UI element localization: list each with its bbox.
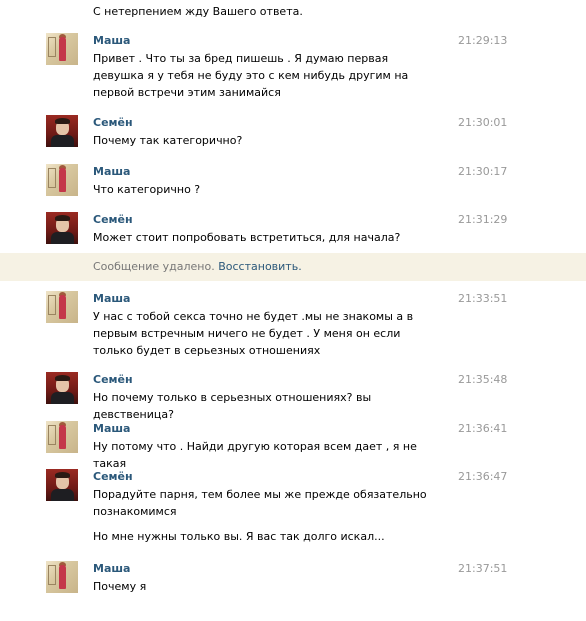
message-text: Но мне нужны только вы. Я вас так долго …	[93, 530, 385, 543]
sender-name[interactable]: Маша	[93, 291, 130, 306]
message-time: 21:29:13	[458, 34, 508, 47]
message-time: 21:33:51	[458, 292, 508, 305]
message-time: 21:35:48	[458, 373, 508, 386]
deleted-notice-text: Сообщение удалено.	[93, 260, 215, 273]
avatar[interactable]	[46, 469, 78, 501]
message-text: Порадуйте парня, тем более мы же прежде …	[93, 488, 427, 518]
message-text: Но почему только в серьезных отношениях?…	[93, 391, 372, 421]
avatar[interactable]	[46, 561, 78, 593]
previous-message-text: С нетерпением жду Вашего ответа.	[93, 5, 303, 18]
restore-link[interactable]: Восстановить.	[218, 260, 301, 273]
message-time: 21:36:47	[458, 470, 508, 483]
avatar[interactable]	[46, 421, 78, 453]
message-text: Привет . Что ты за бред пишешь . Я думаю…	[93, 52, 409, 99]
message-text: Почему я	[93, 580, 147, 593]
message-text: Что категорично ?	[93, 183, 201, 196]
message-time: 21:30:17	[458, 165, 508, 178]
deleted-message-notice: Сообщение удалено. Восстановить.	[0, 253, 586, 281]
sender-name[interactable]: Семён	[93, 212, 133, 227]
message-time: 21:37:51	[458, 562, 508, 575]
message-time: 21:31:29	[458, 213, 508, 226]
sender-name[interactable]: Семён	[93, 115, 133, 130]
sender-name[interactable]: Маша	[93, 421, 130, 436]
sender-name[interactable]: Семён	[93, 372, 133, 387]
avatar[interactable]	[46, 212, 78, 244]
sender-name[interactable]: Маша	[93, 164, 130, 179]
sender-name[interactable]: Семён	[93, 469, 133, 484]
sender-name[interactable]: Маша	[93, 33, 130, 48]
message-text: У нас с тобой секса точно не будет .мы н…	[93, 310, 414, 357]
message-text: Почему так категорично?	[93, 134, 243, 147]
avatar[interactable]	[46, 291, 78, 323]
message-text: Может стоит попробовать встретиться, для…	[93, 231, 401, 244]
message-text: Ну потому что . Найди другую которая все…	[93, 440, 417, 470]
avatar[interactable]	[46, 33, 78, 65]
sender-name[interactable]: Маша	[93, 561, 130, 576]
avatar[interactable]	[46, 372, 78, 404]
message-time: 21:36:41	[458, 422, 508, 435]
avatar[interactable]	[46, 115, 78, 147]
message-time: 21:30:01	[458, 116, 508, 129]
avatar[interactable]	[46, 164, 78, 196]
